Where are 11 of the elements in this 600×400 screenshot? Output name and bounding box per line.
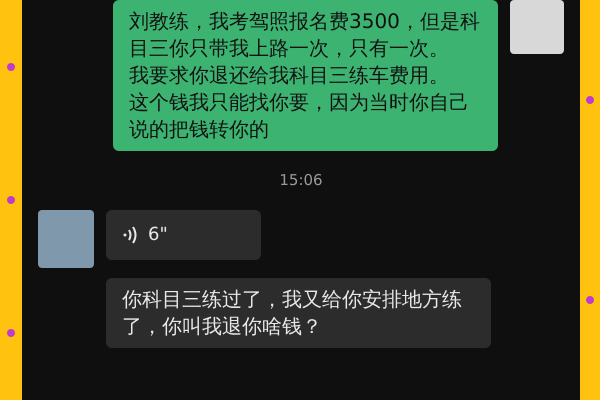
voice-duration: 6"	[148, 223, 168, 247]
message-bubble[interactable]: 你科目三练过了，我又给你安排地方练了，你叫我退你啥钱？	[106, 278, 491, 348]
message-text: 刘教练，我考驾照报名费3500，但是科目三你只带我上路一次，只有一次。	[129, 8, 481, 62]
voice-message[interactable]: 6"	[106, 210, 261, 260]
message-text: 你科目三练过了，我又给你安排地方练了，你叫我退你啥钱？	[122, 286, 463, 340]
avatar-placeholder[interactable]	[510, 0, 564, 54]
message-bubble[interactable]: 刘教练，我考驾照报名费3500，但是科目三你只带我上路一次，只有一次。 我要求你退还给我科目三练车费用。 这个钱我只能找你要，因为当时你自己说的把钱转你的	[113, 0, 498, 151]
message-text: 这个钱我只能找你要，因为当时你自己说的把钱转你的	[129, 89, 470, 143]
timestamp: 15:06	[279, 170, 323, 191]
avatar-placeholder[interactable]	[38, 210, 94, 268]
message-text: 我要求你退还给我科目三练车费用。	[129, 62, 450, 89]
